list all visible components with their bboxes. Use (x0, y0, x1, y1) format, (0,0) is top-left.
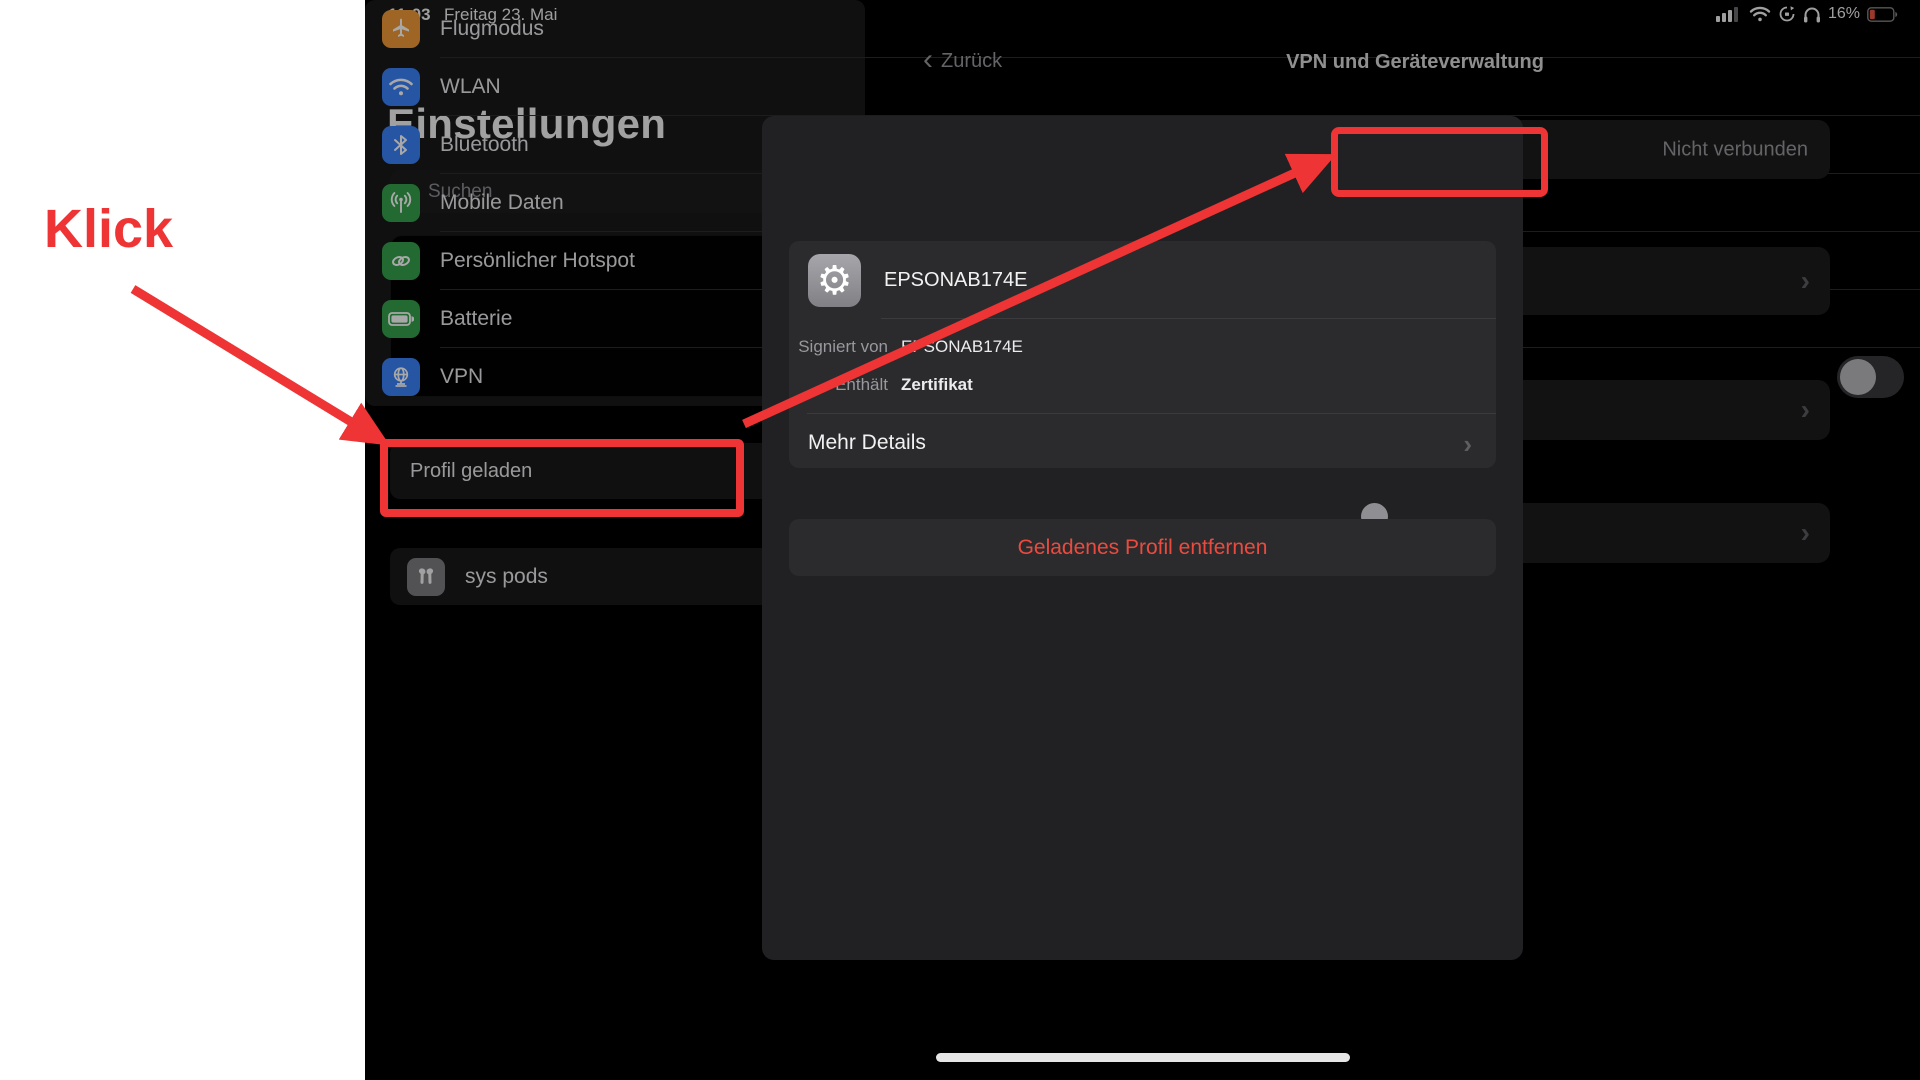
profile-card: ⚙ EPSONAB174E Signiert von EPSONAB174E E… (789, 241, 1496, 468)
home-indicator[interactable] (936, 1053, 1350, 1062)
divider (807, 413, 1496, 414)
contains-value: Zertifikat (901, 375, 973, 395)
remove-profile-button[interactable]: Geladenes Profil entfernen (789, 519, 1496, 576)
chevron-right-icon: › (1463, 429, 1472, 460)
signed-by-label: Signiert von (789, 337, 888, 357)
contains-label: Enthält (789, 375, 888, 395)
annotation-box-installieren (1331, 127, 1548, 197)
klick-annotation-label: Klick (44, 198, 173, 260)
annotation-box-profil-geladen (380, 439, 744, 517)
ipad-screen: 11:03 Freitag 23. Mai (365, 0, 1920, 1080)
profile-gear-icon: ⚙ (808, 254, 861, 307)
signed-by-value: EPSONAB174E (901, 337, 1023, 357)
profile-name: EPSONAB174E (884, 269, 1027, 292)
divider (881, 318, 1496, 319)
profile-install-sheet: Abbrechen Profil Installieren ⚙ EPSONAB1… (762, 116, 1523, 960)
more-details-row[interactable]: Mehr Details (808, 431, 926, 455)
arrow-to-profil-geladen (133, 289, 353, 423)
